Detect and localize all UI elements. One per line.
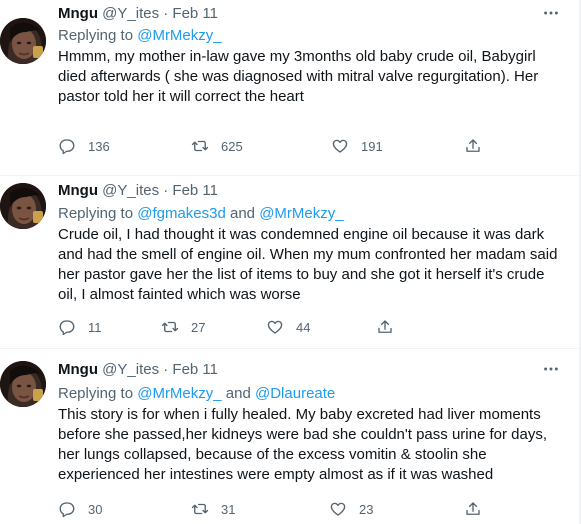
more-horizontal-icon	[544, 11, 558, 15]
more-button[interactable]	[541, 3, 561, 23]
reply-button[interactable]: 136	[58, 137, 110, 155]
like-button[interactable]: 191	[331, 137, 383, 155]
tweet-text-line: This story is for when i fully healed. M…	[58, 406, 541, 423]
mention-link[interactable]: @Dlaureate	[255, 385, 335, 402]
like-button[interactable]: 23	[329, 500, 373, 518]
like-count: 23	[359, 501, 374, 517]
replying-to-label: Replying to	[58, 27, 138, 44]
separator-dot: ·	[163, 5, 169, 22]
separator-dot: ·	[163, 361, 169, 378]
reply-count: 136	[88, 138, 110, 154]
tweet-date[interactable]: Feb 11	[172, 182, 218, 199]
reply-icon	[59, 320, 75, 336]
retweet-icon	[191, 503, 209, 515]
replying-to-label: Replying to	[58, 205, 138, 222]
replying-to: Replying to @MrMekzy_ and @Dlaureate	[58, 384, 335, 404]
tweet[interactable]: Mngu @Y_ites · Feb 11 Replying to @MrMek…	[0, 0, 579, 176]
tweet-text-line: experienced her intestines were empty al…	[58, 466, 494, 483]
share-icon	[466, 139, 480, 152]
heart-icon	[332, 139, 348, 153]
tweet-text-line: Crude oil, I had thought it was condemne…	[58, 226, 545, 243]
share-button[interactable]	[464, 500, 482, 518]
share-icon	[466, 502, 480, 515]
reply-count: 30	[88, 501, 103, 517]
tweet-text-line: Hmmm, my mother in-law gave my 3months o…	[58, 48, 536, 65]
retweet-icon	[191, 140, 209, 152]
tweet-text-line: died afterwards ( she was diagnosed with…	[58, 68, 539, 85]
tweet-text-line: oil, I almost fainted which was worse	[58, 286, 301, 303]
like-count: 44	[296, 319, 311, 335]
retweet-count: 31	[221, 501, 236, 517]
like-button[interactable]: 44	[266, 318, 310, 336]
tweet-date[interactable]: Feb 11	[172, 5, 218, 22]
replying-to: Replying to @fgmakes3d and @MrMekzy_	[58, 204, 344, 224]
share-button[interactable]	[376, 318, 394, 336]
tweet-text-line: before she passed,her kidneys were bad s…	[58, 426, 547, 443]
avatar[interactable]	[0, 361, 46, 407]
retweet-count: 625	[221, 138, 243, 154]
replying-to: Replying to @MrMekzy_	[58, 26, 222, 46]
tweet[interactable]: Mngu @Y_ites · Feb 11 Replying to @MrMek…	[0, 349, 579, 524]
replying-to-label: Replying to	[58, 385, 138, 402]
share-button[interactable]	[464, 137, 482, 155]
tweet-text-line: and had the smell of engine oil. When my…	[58, 246, 558, 263]
tweet-text: Hmmm, my mother in-law gave my 3months o…	[58, 47, 558, 107]
tweet-actions: 11 27 44	[58, 318, 498, 338]
retweet-button[interactable]: 31	[191, 500, 235, 518]
mention-link[interactable]: @MrMekzy_	[137, 27, 221, 44]
user-handle[interactable]: @Y_ites	[102, 182, 159, 199]
avatar-image	[0, 183, 46, 229]
reply-button[interactable]: 30	[58, 500, 102, 518]
separator-dot: ·	[163, 182, 169, 199]
display-name[interactable]: Mngu	[58, 182, 98, 199]
more-button[interactable]	[541, 359, 561, 379]
replying-joiner: and	[221, 385, 255, 402]
share-icon	[378, 320, 392, 333]
heart-icon	[267, 320, 283, 334]
user-handle[interactable]: @Y_ites	[102, 5, 159, 22]
tweet-actions: 30 31 23	[58, 500, 498, 520]
retweet-icon	[161, 321, 179, 333]
retweet-button[interactable]: 27	[161, 318, 205, 336]
heart-icon	[330, 502, 346, 516]
mention-link[interactable]: @MrMekzy_	[259, 205, 343, 222]
tweet-header: Mngu @Y_ites · Feb 11	[58, 360, 218, 380]
tweet-header: Mngu @Y_ites · Feb 11	[58, 4, 218, 24]
retweet-button[interactable]: 625	[191, 137, 243, 155]
retweet-count: 27	[191, 319, 206, 335]
display-name[interactable]: Mngu	[58, 361, 98, 378]
more-horizontal-icon	[544, 367, 558, 371]
reply-button[interactable]: 11	[58, 318, 102, 336]
tweet-text-line: her pastor gave her the list of items to…	[58, 266, 545, 283]
tweet[interactable]: Mngu @Y_ites · Feb 11 Replying to @fgmak…	[0, 176, 579, 349]
avatar-image	[0, 361, 46, 407]
display-name[interactable]: Mngu	[58, 5, 98, 22]
avatar[interactable]	[0, 183, 46, 229]
replying-joiner: and	[225, 205, 260, 222]
reply-icon	[59, 139, 75, 155]
reply-count: 11	[88, 319, 102, 335]
user-handle[interactable]: @Y_ites	[102, 361, 159, 378]
tweet-text: This story is for when i fully healed. M…	[58, 405, 558, 485]
avatar-image	[0, 18, 46, 64]
like-count: 191	[361, 138, 383, 154]
mention-link[interactable]: @MrMekzy_	[137, 385, 221, 402]
tweet-text-line: her lungs collapsed, because of the exce…	[58, 446, 487, 463]
avatar[interactable]	[0, 18, 46, 64]
tweet-text: Crude oil, I had thought it was condemne…	[58, 225, 558, 305]
tweet-header: Mngu @Y_ites · Feb 11	[58, 181, 218, 201]
tweet-date[interactable]: Feb 11	[172, 361, 218, 378]
reply-icon	[59, 502, 75, 518]
tweet-text-line: pastor told her it will correct the hear…	[58, 88, 304, 105]
mention-link[interactable]: @fgmakes3d	[137, 205, 226, 222]
tweet-actions: 136 625 191	[58, 137, 498, 157]
